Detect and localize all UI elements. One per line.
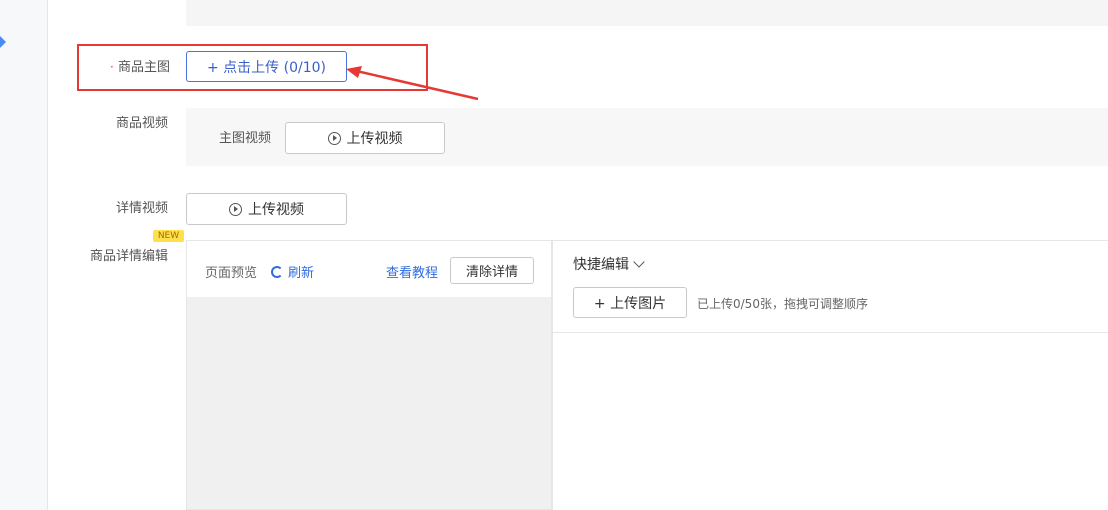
detail-video-label: 详情视频 — [115, 201, 168, 216]
clear-details-label: 清除详情 — [465, 265, 518, 280]
play-icon — [229, 202, 242, 216]
left-sidebar — [0, 0, 48, 510]
clear-details-button[interactable]: 清除详情 — [450, 257, 534, 284]
quick-edit-toggle[interactable]: 快捷编辑 — [573, 254, 645, 274]
upload-image-label: + 上传图片 — [593, 295, 667, 312]
detail-editor-label: 商品详情编辑 — [89, 249, 168, 264]
upload-hint: 已上传0/50张，拖拽可调整顺序 — [697, 297, 868, 311]
quick-edit-panel — [552, 240, 1108, 510]
new-badge: NEW — [153, 230, 184, 242]
main-image-video-label: 主图视频 — [218, 131, 271, 146]
annotation-arrow-icon — [346, 66, 479, 101]
upload-image-button[interactable]: + 上传图片 — [573, 287, 687, 318]
detail-video-upload-button[interactable]: 上传视频 — [186, 193, 347, 225]
preview-label: 页面预览 — [205, 266, 258, 281]
top-panel — [186, 0, 1108, 26]
detail-video-upload-label: 上传视频 — [248, 202, 304, 218]
product-video-upload-label: 上传视频 — [346, 131, 403, 147]
product-video-label: 商品视频 — [115, 116, 168, 131]
quick-edit-label: 快捷编辑 — [573, 257, 629, 273]
play-icon — [327, 131, 341, 145]
refresh-link-text: 刷新 — [288, 266, 315, 281]
tutorial-link[interactable]: 查看教程 — [386, 262, 438, 281]
sidebar-caret-icon — [0, 36, 6, 48]
quick-edit-divider — [552, 332, 1108, 333]
chevron-down-icon — [633, 256, 645, 268]
refresh-link[interactable]: 刷新 — [271, 262, 314, 281]
product-video-upload-button[interactable]: 上传视频 — [285, 122, 445, 154]
refresh-icon — [271, 265, 283, 278]
